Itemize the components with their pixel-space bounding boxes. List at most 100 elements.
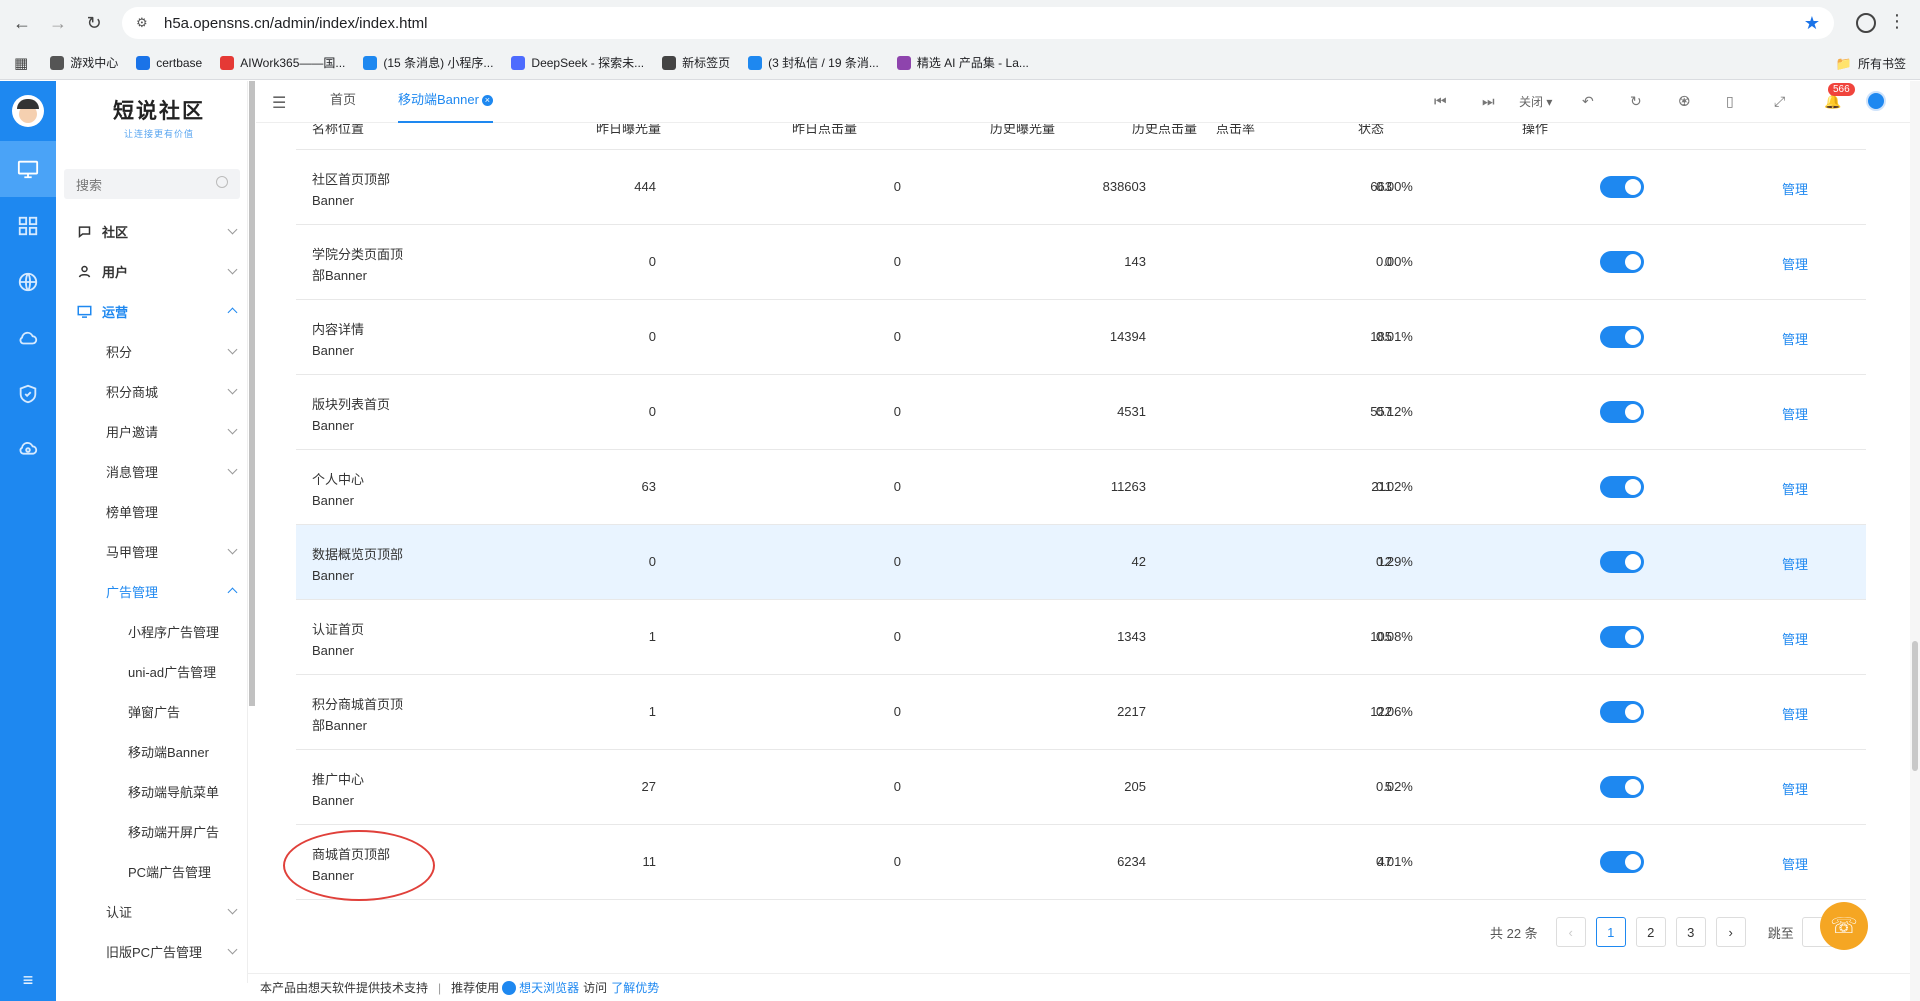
menu-item[interactable]: 用户邀请 bbox=[56, 411, 248, 451]
menu-item[interactable]: 运营 bbox=[56, 291, 248, 331]
monitor-icon[interactable] bbox=[0, 141, 56, 197]
forward-icon[interactable]: → bbox=[44, 9, 72, 37]
manage-link[interactable]: 管理 bbox=[1782, 329, 1808, 348]
status-toggle[interactable] bbox=[1600, 776, 1644, 798]
bookmark-item[interactable]: AIWork365——国... bbox=[220, 54, 345, 71]
manage-link[interactable]: 管理 bbox=[1782, 404, 1808, 423]
page-scrollbar[interactable] bbox=[1910, 81, 1920, 1001]
menu-item[interactable]: 广告管理 bbox=[56, 571, 248, 611]
bookmark-item[interactable]: 游戏中心 bbox=[50, 54, 118, 71]
manage-link[interactable]: 管理 bbox=[1782, 254, 1808, 273]
manage-link[interactable]: 管理 bbox=[1782, 779, 1808, 798]
footer-learn-more-link[interactable]: 了解优势 bbox=[611, 979, 659, 996]
bookmark-item[interactable]: (15 条消息) 小程序... bbox=[363, 54, 493, 71]
clear-cache-icon[interactable]: ♼ bbox=[1678, 93, 1691, 110]
bookmark-item[interactable]: 新标签页 bbox=[662, 54, 730, 71]
address-bar[interactable]: ⚙ h5a.opensns.cn/admin/index/index.html … bbox=[122, 7, 1834, 39]
all-bookmarks[interactable]: 📁 所有书签 bbox=[1836, 55, 1906, 72]
bookmark-item[interactable]: (3 封私信 / 19 条消... bbox=[748, 54, 879, 71]
status-toggle[interactable] bbox=[1600, 851, 1644, 873]
prev-page-button[interactable]: ‹ bbox=[1555, 917, 1586, 947]
collapse-menu-icon[interactable]: ☰ bbox=[272, 93, 286, 113]
next-page-button[interactable]: › bbox=[1715, 917, 1746, 947]
cloud-server-icon[interactable] bbox=[0, 422, 56, 478]
menu-item[interactable]: 榜单管理 bbox=[56, 491, 248, 531]
user-avatar[interactable] bbox=[1866, 91, 1886, 111]
back-icon[interactable]: ← bbox=[8, 9, 36, 37]
menu-item[interactable]: 弹窗广告 bbox=[56, 691, 248, 731]
status-toggle[interactable] bbox=[1600, 626, 1644, 648]
menu-item-label: 移动端开屏广告 bbox=[128, 824, 220, 840]
cell-y-click: 0 bbox=[893, 254, 901, 269]
status-toggle[interactable] bbox=[1600, 476, 1644, 498]
tab-home[interactable]: 首页 bbox=[330, 81, 356, 123]
menu-item[interactable]: 用户 bbox=[56, 251, 248, 291]
menu-toggle-icon[interactable]: ≡ bbox=[0, 970, 56, 991]
bookmark-item[interactable]: DeepSeek - 探索未... bbox=[511, 54, 644, 71]
menu-search-input[interactable]: 搜索 bbox=[64, 169, 240, 199]
tab-mobile-banner[interactable]: 移动端Banner × bbox=[398, 81, 493, 123]
cell-y-exp: 0 bbox=[648, 554, 656, 569]
manage-link[interactable]: 管理 bbox=[1782, 704, 1808, 723]
menu-item[interactable]: 旧版PC广告管理 bbox=[56, 931, 248, 971]
sidebar-scrollbar[interactable] bbox=[249, 81, 255, 706]
menu-item[interactable]: PC端广告管理 bbox=[56, 851, 248, 891]
manage-link[interactable]: 管理 bbox=[1782, 179, 1808, 198]
status-toggle[interactable] bbox=[1600, 401, 1644, 423]
menu-item[interactable]: 积分商城 bbox=[56, 371, 248, 411]
mobile-preview-icon[interactable]: ▯ bbox=[1726, 93, 1734, 110]
menu-item-label: 榜单管理 bbox=[106, 504, 159, 520]
menu-item[interactable]: 移动端开屏广告 bbox=[56, 811, 248, 851]
tab-scroll-right-icon[interactable]: ⏭ bbox=[1482, 93, 1495, 110]
grid-icon[interactable] bbox=[0, 198, 56, 254]
status-toggle[interactable] bbox=[1600, 701, 1644, 723]
profile-icon[interactable] bbox=[1856, 13, 1876, 33]
bookmark-item[interactable]: certbase bbox=[136, 54, 202, 71]
admin-avatar[interactable] bbox=[12, 95, 44, 127]
menu-item[interactable]: 社区 bbox=[56, 211, 248, 251]
reload-icon[interactable]: ↻ bbox=[80, 9, 108, 37]
status-toggle[interactable] bbox=[1600, 251, 1644, 273]
globe-icon[interactable] bbox=[0, 254, 56, 310]
menu-item[interactable]: 小程序广告管理 bbox=[56, 611, 248, 651]
fullscreen-icon[interactable]: ⤢ bbox=[1774, 93, 1785, 110]
footer: 本产品由想天软件提供技术支持 | 推荐使用 想天浏览器 访问 了解优势 bbox=[248, 973, 1920, 1001]
bookmark-label: 精选 AI 产品集 - La... bbox=[916, 56, 1029, 70]
shield-icon[interactable] bbox=[0, 366, 56, 422]
browser-menu-icon[interactable]: ⋮ bbox=[1888, 11, 1906, 32]
page-button[interactable]: 2 bbox=[1635, 917, 1666, 947]
menu-item[interactable]: uni-ad广告管理 bbox=[56, 651, 248, 691]
bookmark-star-icon[interactable]: ★ bbox=[1804, 13, 1820, 34]
customer-service-icon[interactable]: ☏ bbox=[1820, 902, 1868, 950]
cell-click-rate: 0.12% bbox=[1376, 404, 1413, 419]
menu-item[interactable]: 消息管理 bbox=[56, 451, 248, 491]
footer-browser-link[interactable]: 想天浏览器 bbox=[519, 979, 579, 996]
status-toggle[interactable] bbox=[1600, 176, 1644, 198]
manage-link[interactable]: 管理 bbox=[1782, 554, 1808, 573]
site-info-icon[interactable]: ⚙ bbox=[136, 15, 152, 31]
manage-link[interactable]: 管理 bbox=[1782, 479, 1808, 498]
bookmark-item[interactable]: 精选 AI 产品集 - La... bbox=[896, 54, 1029, 71]
tab-scroll-left-icon[interactable]: ⏮ bbox=[1434, 93, 1447, 110]
apps-grid-icon[interactable]: ▦ bbox=[14, 54, 28, 72]
status-toggle[interactable] bbox=[1600, 326, 1644, 348]
cloud-icon[interactable] bbox=[0, 310, 56, 366]
menu-item[interactable]: 马甲管理 bbox=[56, 531, 248, 571]
page-button[interactable]: 1 bbox=[1595, 917, 1626, 947]
menu-item[interactable]: 移动端导航菜单 bbox=[56, 771, 248, 811]
close-tabs-dropdown[interactable]: 关闭 ▾ bbox=[1519, 93, 1552, 110]
search-icon[interactable] bbox=[216, 176, 228, 188]
undo-icon[interactable]: ↶ bbox=[1582, 93, 1594, 110]
manage-link[interactable]: 管理 bbox=[1782, 854, 1808, 873]
status-toggle[interactable] bbox=[1600, 551, 1644, 573]
menu-item[interactable]: 移动端Banner bbox=[56, 731, 248, 771]
tab-close-icon[interactable]: × bbox=[481, 95, 493, 106]
menu-item[interactable]: 认证 bbox=[56, 891, 248, 931]
manage-link[interactable]: 管理 bbox=[1782, 629, 1808, 648]
name-line: 积分商城首页顶 bbox=[312, 697, 404, 712]
page-scroll-thumb[interactable] bbox=[1912, 641, 1918, 771]
menu-item[interactable]: 积分 bbox=[56, 331, 248, 371]
page-button[interactable]: 3 bbox=[1675, 917, 1706, 947]
refresh-icon[interactable]: ↻ bbox=[1630, 93, 1642, 110]
name-line: 社区首页顶部 bbox=[312, 172, 391, 187]
